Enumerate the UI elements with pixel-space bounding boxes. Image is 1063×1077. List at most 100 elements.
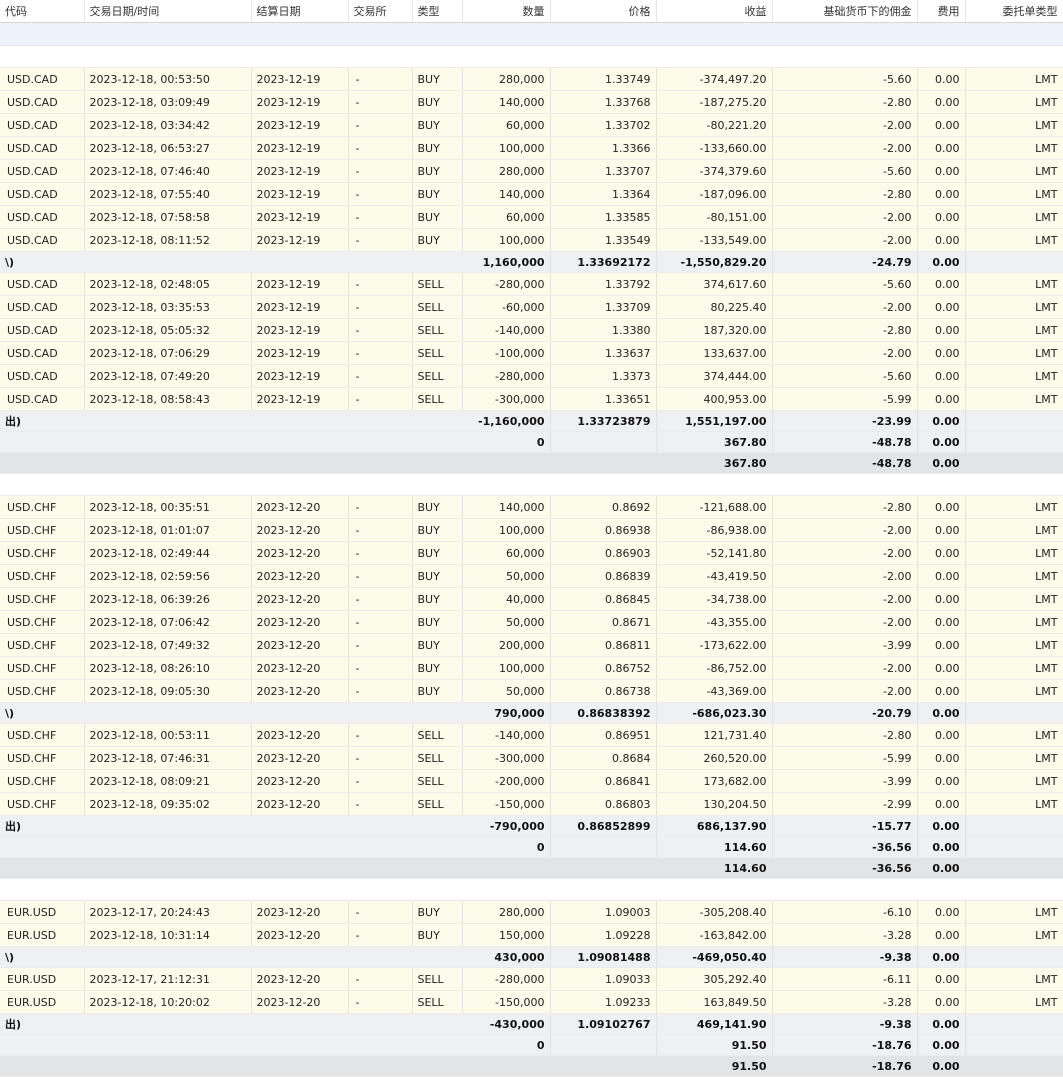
settle-date-cell: 2023-12-20 bbox=[251, 587, 349, 611]
total-fee: 0.00 bbox=[917, 1055, 966, 1077]
order-type-cell: LMT bbox=[965, 228, 1063, 252]
price-cell: 1.3373 bbox=[550, 364, 657, 388]
group-separator-row bbox=[0, 473, 1063, 496]
price-cell: 0.8692 bbox=[550, 495, 657, 519]
datetime-cell: 2023-12-18, 09:05:30 bbox=[84, 679, 252, 703]
symbol-cell: USD.CHF bbox=[0, 769, 85, 793]
commission-cell: -2.80 bbox=[772, 90, 918, 114]
table-row: USD.CAD 2023-12-18, 07:46:40 2023-12-19- BU… bbox=[0, 159, 1063, 183]
type-cell: BUY bbox=[412, 923, 463, 947]
fee-cell: 0.00 bbox=[917, 923, 966, 947]
total-proceeds: 91.50 bbox=[656, 1055, 773, 1077]
datetime-cell: 2023-12-18, 00:53:11 bbox=[84, 723, 252, 747]
section-header-row bbox=[0, 22, 1063, 46]
col-header-order-type[interactable]: 委托单类型 bbox=[965, 0, 1063, 23]
net-commission: -48.78 bbox=[772, 431, 918, 453]
table-row: USD.CHF 2023-12-18, 09:35:02 2023-12-20- SE… bbox=[0, 792, 1063, 816]
price-cell: 1.33709 bbox=[550, 295, 657, 319]
exchange-cell: - bbox=[348, 387, 413, 411]
symbol-cell: USD.CAD bbox=[0, 159, 85, 183]
order-type-cell: LMT bbox=[965, 541, 1063, 565]
price-cell: 0.8671 bbox=[550, 610, 657, 634]
quantity-cell: 280,000 bbox=[462, 159, 551, 183]
commission-cell: -2.00 bbox=[772, 587, 918, 611]
proceeds-cell: -374,497.20 bbox=[656, 67, 773, 91]
exchange-cell: - bbox=[348, 656, 413, 680]
order-type-cell: LMT bbox=[965, 159, 1063, 183]
col-header-trade-datetime[interactable]: 交易日期/时间 bbox=[84, 0, 252, 23]
settle-date-cell: 2023-12-20 bbox=[251, 792, 349, 816]
type-cell: SELL bbox=[412, 364, 463, 388]
col-header-settle-date[interactable]: 结算日期 bbox=[251, 0, 349, 23]
fee-cell: 0.00 bbox=[917, 633, 966, 657]
symbol-cell: USD.CHF bbox=[0, 656, 85, 680]
settle-date-cell: 2023-12-19 bbox=[251, 182, 349, 206]
subtotal-commission: -24.79 bbox=[772, 251, 918, 273]
proceeds-cell: -80,221.20 bbox=[656, 113, 773, 137]
col-header-proceeds[interactable]: 收益 bbox=[656, 0, 773, 23]
col-header-quantity[interactable]: 数量 bbox=[462, 0, 551, 23]
table-row: USD.CAD 2023-12-18, 07:55:40 2023-12-19- BU… bbox=[0, 182, 1063, 206]
datetime-cell: 2023-12-18, 06:53:27 bbox=[84, 136, 252, 160]
col-header-exchange[interactable]: 交易所 bbox=[348, 0, 413, 23]
quantity-cell: 100,000 bbox=[462, 518, 551, 542]
order-type-cell: LMT bbox=[965, 387, 1063, 411]
price-cell: 1.3366 bbox=[550, 136, 657, 160]
symbol-cell: USD.CAD bbox=[0, 113, 85, 137]
datetime-cell: 2023-12-18, 07:06:29 bbox=[84, 341, 252, 365]
order-type-cell: LMT bbox=[965, 136, 1063, 160]
quantity-cell: -280,000 bbox=[462, 364, 551, 388]
fee-cell: 0.00 bbox=[917, 272, 966, 296]
type-cell: BUY bbox=[412, 587, 463, 611]
net-quantity: 0 bbox=[462, 431, 551, 453]
fee-cell: 0.00 bbox=[917, 495, 966, 519]
proceeds-cell: 121,731.40 bbox=[656, 723, 773, 747]
commission-cell: -2.00 bbox=[772, 656, 918, 680]
price-cell: 0.86951 bbox=[550, 723, 657, 747]
price-cell: 1.09233 bbox=[550, 990, 657, 1014]
table-row: USD.CHF 2023-12-18, 01:01:07 2023-12-20- BU… bbox=[0, 518, 1063, 542]
subtotal-label: 出) bbox=[0, 1013, 462, 1035]
settle-date-cell: 2023-12-19 bbox=[251, 136, 349, 160]
subtotal-row: 出) -1,160,000 1.33723879 1,551,197.00 -23.99… bbox=[0, 410, 1063, 432]
type-cell: BUY bbox=[412, 113, 463, 137]
datetime-cell: 2023-12-18, 07:55:40 bbox=[84, 182, 252, 206]
proceeds-cell: 130,204.50 bbox=[656, 792, 773, 816]
exchange-cell: - bbox=[348, 90, 413, 114]
symbol-cell: EUR.USD bbox=[0, 900, 85, 924]
col-header-fee[interactable]: 费用 bbox=[917, 0, 966, 23]
subtotal-avg-price: 0.86852899 bbox=[550, 815, 657, 837]
order-type-cell: LMT bbox=[965, 205, 1063, 229]
total-commission: -48.78 bbox=[772, 452, 918, 474]
table-row: USD.CHF 2023-12-18, 08:26:10 2023-12-20- BU… bbox=[0, 656, 1063, 680]
subtotal-quantity: -430,000 bbox=[462, 1013, 551, 1035]
symbol-cell: USD.CAD bbox=[0, 67, 85, 91]
table-row: USD.CHF 2023-12-18, 02:49:44 2023-12-20- BU… bbox=[0, 541, 1063, 565]
proceeds-cell: 163,849.50 bbox=[656, 990, 773, 1014]
subtotal-empty bbox=[965, 251, 1063, 273]
commission-cell: -5.60 bbox=[772, 272, 918, 296]
col-header-price[interactable]: 价格 bbox=[550, 0, 657, 23]
total-fee: 0.00 bbox=[917, 857, 966, 879]
price-cell: 1.3364 bbox=[550, 182, 657, 206]
col-header-type[interactable]: 类型 bbox=[412, 0, 463, 23]
subtotal-proceeds: 469,141.90 bbox=[656, 1013, 773, 1035]
type-cell: BUY bbox=[412, 136, 463, 160]
type-cell: SELL bbox=[412, 341, 463, 365]
datetime-cell: 2023-12-18, 08:09:21 bbox=[84, 769, 252, 793]
price-cell: 1.33702 bbox=[550, 113, 657, 137]
symbol-cell: USD.CAD bbox=[0, 205, 85, 229]
subtotal-avg-price: 0.86838392 bbox=[550, 702, 657, 724]
symbol-cell: EUR.USD bbox=[0, 990, 85, 1014]
col-header-commission[interactable]: 基础货币下的佣金 bbox=[772, 0, 918, 23]
type-cell: BUY bbox=[412, 228, 463, 252]
exchange-cell: - bbox=[348, 923, 413, 947]
proceeds-cell: 260,520.00 bbox=[656, 746, 773, 770]
type-cell: BUY bbox=[412, 205, 463, 229]
col-header-symbol[interactable]: 代码 bbox=[0, 0, 85, 23]
settle-date-cell: 2023-12-20 bbox=[251, 769, 349, 793]
quantity-cell: 140,000 bbox=[462, 495, 551, 519]
settle-date-cell: 2023-12-19 bbox=[251, 295, 349, 319]
type-cell: SELL bbox=[412, 723, 463, 747]
proceeds-cell: -187,275.20 bbox=[656, 90, 773, 114]
